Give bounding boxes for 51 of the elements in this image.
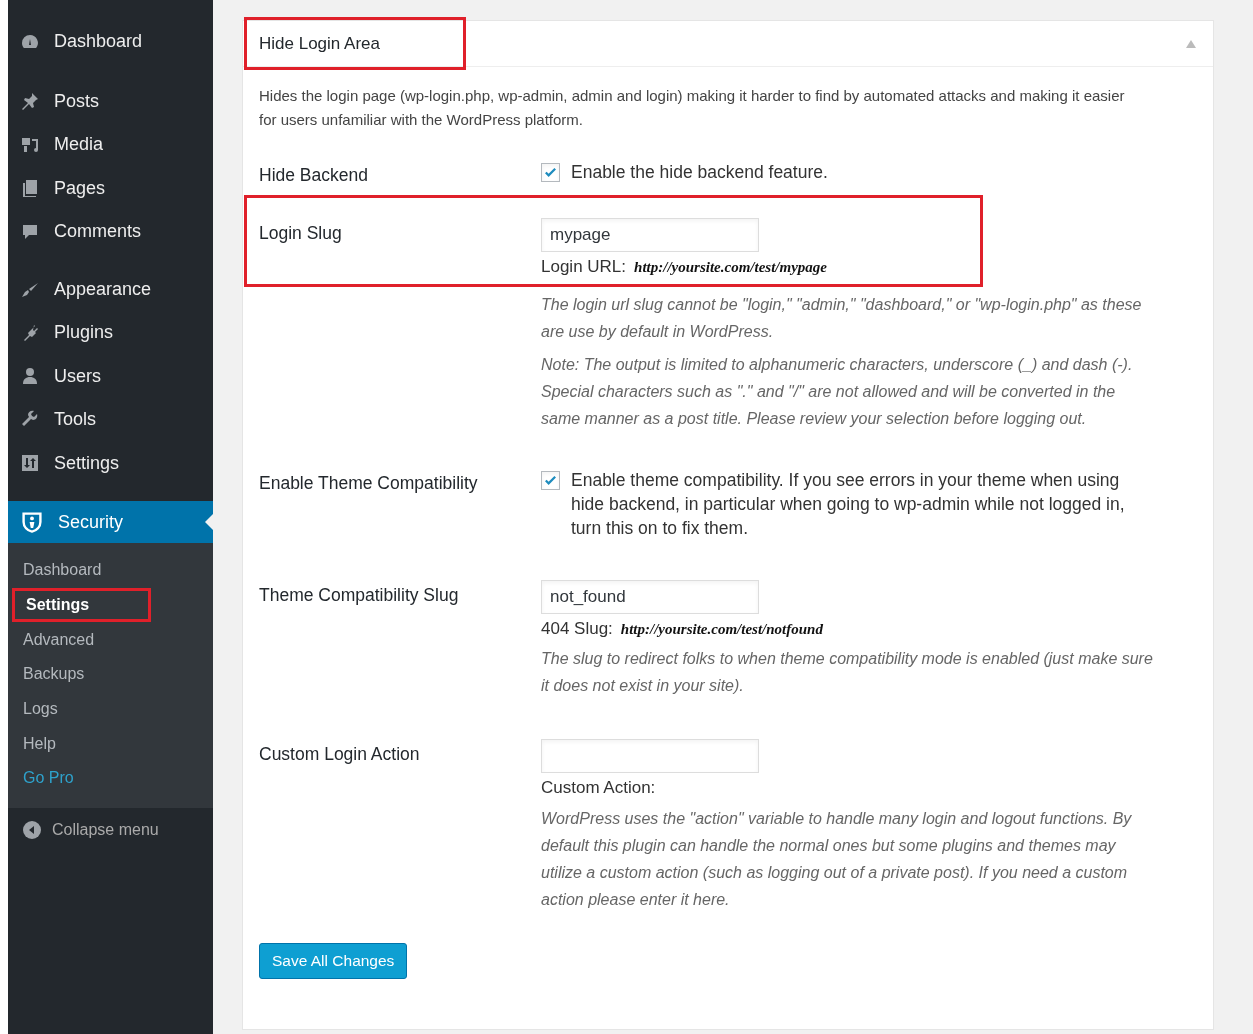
url-label: Custom Action:: [541, 777, 656, 800]
panel-toggle[interactable]: [1185, 38, 1197, 49]
checkbox[interactable]: [541, 163, 560, 182]
menu-item[interactable]: Comments: [8, 210, 213, 254]
field-label: Enable Theme Compatibility: [259, 471, 479, 495]
menu-item[interactable]: Users: [8, 354, 213, 398]
checkbox[interactable]: [541, 470, 560, 490]
pages-icon: [20, 178, 40, 199]
url-label: Login URL:: [541, 256, 627, 279]
field-label: Login Slug: [259, 222, 343, 246]
submenu-item[interactable]: Settings: [12, 587, 151, 623]
url-text: http://yoursite.com/test/mypage: [634, 258, 827, 278]
menu-item[interactable]: Dashboard: [8, 20, 213, 64]
help-text: The login url slug cannot be "login," "admin," "dashboard," or "wp-login.php" as these are use by default in WordPress.: [541, 294, 1143, 342]
menu-item[interactable]: Plugins: [8, 311, 213, 355]
submenu-item[interactable]: Advanced: [12, 622, 209, 658]
shield-icon: [20, 510, 44, 534]
menu-item[interactable]: Media: [8, 123, 213, 167]
help-text: WordPress uses the "action" variable to handle many login and logout functions. By default this plugin can handle the normal ones but some plugins and themes may utilize a custom action (such as logging out of a private post). If you need a custom action please enter it here.: [541, 808, 1133, 910]
menu-item[interactable]: Settings: [8, 441, 213, 485]
text-field[interactable]: [541, 739, 759, 774]
help-text: Note: The output is limited to alphanumeric characters, underscore (_) and dash (-). Special characters such as "." and "/" are not allowed and will be converted in the same manner as a post title. Please review your selection before logging out.: [541, 354, 1134, 429]
text-field[interactable]: not_found: [541, 579, 759, 614]
field-label: Hide Backend: [259, 164, 369, 187]
url-label: 404 Slug:: [541, 617, 613, 640]
collapse-menu[interactable]: Collapse menu: [8, 807, 213, 852]
submenu-item[interactable]: Help: [12, 726, 209, 762]
text-field[interactable]: mypage: [541, 218, 759, 253]
menu-item[interactable]: Appearance: [8, 267, 213, 311]
submenu-item[interactable]: Backups: [12, 657, 209, 692]
pin-icon: [20, 91, 40, 112]
checkbox-label: Enable theme compatibility. If you see errors in your theme when using hide backend, in particular when going to wp-admin while not logged in, turn this on to fix them.: [571, 468, 1126, 540]
left-arrow-circle-icon: [22, 819, 42, 840]
user-icon: [20, 366, 40, 387]
checkmark-icon: [543, 165, 558, 180]
menu-item[interactable]: Tools: [8, 398, 213, 442]
help-text: The slug to redirect folks to when theme compatibility mode is enabled (just make sure it does not exist in your site).: [541, 649, 1154, 697]
panel-description: Hides the login page (wp-login.php, wp-admin, admin and login) making it harder to find by automated attacks and making it easier for users unfamiliar with the WordPress platform.: [259, 86, 1126, 130]
submenu-item[interactable]: Dashboard: [12, 553, 209, 588]
submenu-item[interactable]: Logs: [12, 691, 209, 727]
menu-item[interactable]: Security: [8, 501, 213, 543]
checkbox-label: Enable the hide backend feature.: [571, 161, 829, 184]
field-label: Theme Compatibility Slug: [259, 583, 460, 607]
sliders-icon: [20, 453, 40, 474]
panel-title: Hide Login Area: [244, 17, 466, 70]
menu-item[interactable]: Pages: [8, 166, 213, 210]
url-text: http://yoursite.com/test/notfound: [620, 619, 823, 639]
current-pointer-icon: [205, 514, 213, 530]
field-label: Custom Login Action: [259, 743, 421, 767]
menu-item[interactable]: Posts: [8, 79, 213, 123]
submenu-item[interactable]: Go Pro: [12, 761, 209, 796]
